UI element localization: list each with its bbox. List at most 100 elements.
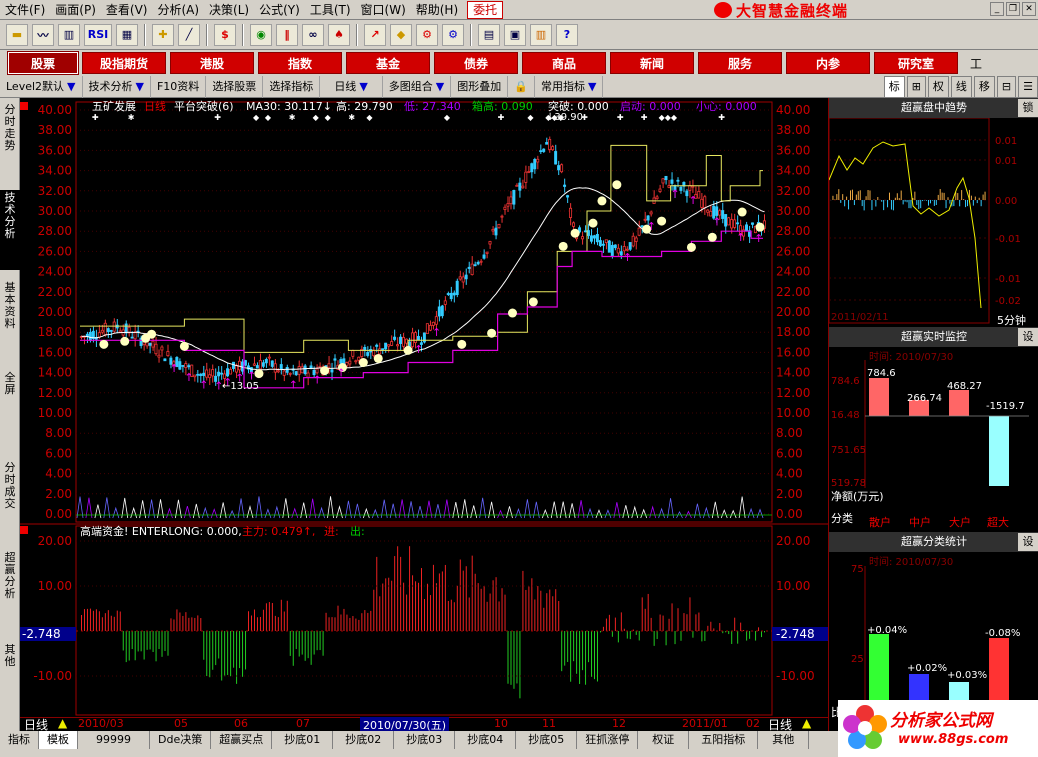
help-pointer-icon[interactable]: ? [556, 23, 578, 46]
rights-button[interactable]: 权 [927, 75, 949, 98]
dropdown-arrow-icon: ▼ [359, 79, 368, 93]
side-tab-fundamentals[interactable]: 基本资料 [0, 280, 20, 360]
grid-toggle-button[interactable]: ⊞ [906, 75, 926, 98]
window-icon[interactable]: ▣ [504, 23, 526, 46]
menu-tools[interactable]: 工具(T) [305, 0, 356, 20]
list-button[interactable]: ☰ [1018, 75, 1038, 98]
select-indicator-button[interactable]: 选择指标 [263, 75, 321, 98]
table-icon[interactable]: ▦ [116, 23, 138, 46]
nav-stocks[interactable]: 股票 [7, 51, 79, 75]
monitor-settings-button[interactable]: 设 [1018, 328, 1038, 346]
tab-99999[interactable]: 99999 [78, 731, 150, 749]
kline-chart-icon[interactable]: ▥ [58, 23, 80, 46]
rise-icon[interactable]: ↗ [364, 23, 386, 46]
window-controls: _ ❐ ✕ [990, 2, 1036, 16]
close-icon[interactable]: ✕ [1022, 2, 1036, 16]
nav-bonds[interactable]: 债券 [434, 52, 518, 74]
restore-icon[interactable]: ❐ [1006, 2, 1020, 16]
nav-index[interactable]: 指数 [258, 52, 342, 74]
candle-body [655, 196, 659, 200]
signal-icon[interactable]: ◉ [250, 23, 272, 46]
side-tab-technical[interactable]: 技术分析 [0, 190, 20, 270]
ruler-icon[interactable]: ╱ [178, 23, 200, 46]
trend-lock-button[interactable]: 锁 [1018, 99, 1038, 117]
stats-settings-button[interactable]: 设 [1018, 533, 1038, 551]
sub-pane-close-icon[interactable] [20, 526, 28, 534]
menu-formula[interactable]: 公式(Y) [254, 0, 305, 20]
menu-decision[interactable]: 决策(L) [204, 0, 254, 20]
minimize-icon[interactable]: _ [990, 2, 1004, 16]
line-button[interactable]: 线 [950, 75, 972, 98]
collapse-button[interactable]: ⊟ [996, 75, 1017, 98]
side-tab-intraday[interactable]: 分时走势 [0, 102, 20, 182]
side-tab-fullscreen[interactable]: 全屏 [0, 370, 20, 410]
nav-extra[interactable]: 工 [970, 55, 982, 72]
nav-insider[interactable]: 内参 [786, 52, 870, 74]
alarm-icon[interactable]: ♠ [328, 23, 350, 46]
candle-body [196, 373, 200, 376]
nav-news[interactable]: 新闻 [610, 52, 694, 74]
tab-bottom04[interactable]: 抄底04 [455, 731, 517, 749]
overlay-button[interactable]: 图形叠加 [451, 75, 509, 98]
tab-other[interactable]: 其他 [758, 731, 810, 749]
gear-red-icon[interactable]: ⚙ [416, 23, 438, 46]
tab-dde[interactable]: Dde决策 [150, 731, 212, 749]
common-indicator-button[interactable]: 常用指标 ▼ [535, 75, 604, 98]
menu-analysis[interactable]: 分析(A) [152, 0, 204, 20]
mark-button[interactable]: 标 [883, 75, 905, 98]
level2-default-button[interactable]: Level2默认 ▼ [0, 75, 83, 98]
technical-analysis-button[interactable]: 技术分析 ▼ [83, 75, 151, 98]
tab-bottom01[interactable]: 抄底01 [272, 731, 334, 749]
folder-icon[interactable]: ▬ [6, 23, 28, 46]
menu-view-screen[interactable]: 画面(P) [50, 0, 101, 20]
tab-warrant[interactable]: 权证 [638, 731, 690, 749]
nav-index-futures[interactable]: 股指期货 [82, 52, 166, 74]
menu-help[interactable]: 帮助(H) [411, 0, 463, 20]
menu-view[interactable]: 查看(V) [101, 0, 153, 20]
period-up-icon-right[interactable]: ▲ [802, 716, 811, 730]
select-stock-button[interactable]: 选择股票 [206, 75, 264, 98]
candle-body [300, 366, 304, 374]
tab-indicator[interactable]: 指标 [0, 731, 39, 749]
signal-arrow: ↑ [647, 220, 656, 233]
tab-five-yang[interactable]: 五阳指标 [689, 731, 759, 749]
f10-button[interactable]: F10资料 [151, 75, 207, 98]
bars-icon[interactable]: ‖ [276, 23, 298, 46]
nav-services[interactable]: 服务 [698, 52, 782, 74]
side-tab-superwin[interactable]: 超赢分析 [0, 550, 20, 630]
move-button[interactable]: 移 [973, 75, 995, 98]
grid-icon[interactable]: ▤ [478, 23, 500, 46]
multi-chart-button[interactable]: 多图组合 ▼ [383, 75, 452, 98]
nav-commodities[interactable]: 商品 [522, 52, 606, 74]
nav-hk-stocks[interactable]: 港股 [170, 52, 254, 74]
crosshair-icon[interactable]: ✚ [152, 23, 174, 46]
toolbar-separator [144, 23, 146, 46]
tab-bottom03[interactable]: 抄底03 [394, 731, 456, 749]
main-pane-close-icon[interactable] [20, 102, 28, 110]
tab-bottom05[interactable]: 抄底05 [516, 731, 578, 749]
side-tab-other[interactable]: 其他 [0, 642, 20, 682]
gear-blue-icon[interactable]: ⚙ [442, 23, 464, 46]
lock-icon[interactable]: 🔒 [508, 75, 535, 98]
main-force-value: 主力: 0.479↑, [242, 525, 315, 538]
binoculars-icon[interactable]: ∞ [302, 23, 324, 46]
entrust-button[interactable]: 委托 [467, 0, 504, 19]
tab-limit-up[interactable]: 狂抓涨停 [577, 731, 639, 749]
right-axis-label: 8.00 [776, 426, 803, 440]
nav-funds[interactable]: 基金 [346, 52, 430, 74]
books-icon[interactable]: ▥ [530, 23, 552, 46]
tab-template[interactable]: 模板 [39, 731, 78, 749]
period-up-icon[interactable]: ▲ [58, 716, 67, 730]
menu-file[interactable]: 文件(F) [0, 0, 50, 20]
intraday-chart-icon[interactable]: 〰 [32, 23, 54, 46]
side-tab-ticks[interactable]: 分时成交 [0, 460, 20, 540]
period-button[interactable]: 日线 ▼ [320, 75, 383, 98]
tab-bottom02[interactable]: 抄底02 [333, 731, 395, 749]
dollar-button[interactable]: $ [214, 23, 236, 46]
diamond-icon[interactable]: ◆ [390, 23, 412, 46]
nav-research[interactable]: 研究室 [874, 52, 958, 74]
tab-superwin-buy[interactable]: 超赢买点 [211, 731, 273, 749]
kline-chart-area[interactable]: 40.00 38.00 36.00 34.00 32.00 30.00 28.00 26.00… [20, 98, 828, 717]
menu-window[interactable]: 窗口(W) [356, 0, 411, 20]
rsi-button[interactable]: RSI [84, 23, 112, 46]
